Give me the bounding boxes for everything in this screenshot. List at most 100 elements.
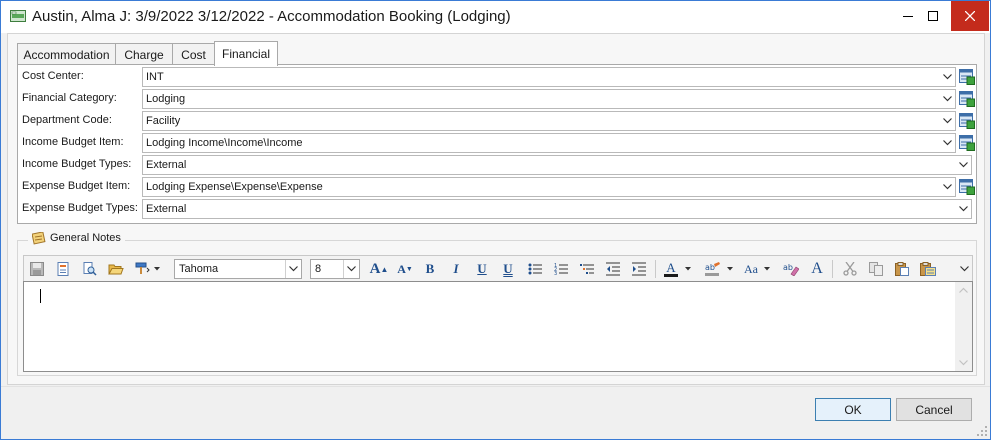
general-notes-label: General Notes [50, 232, 121, 244]
chevron-down-icon[interactable] [939, 134, 955, 152]
maximize-button[interactable] [919, 1, 947, 31]
copy-icon[interactable] [867, 260, 885, 278]
font-size-select[interactable]: 8 [310, 259, 360, 279]
cost-center-value: INT [146, 71, 164, 83]
toolbar-separator [655, 260, 656, 278]
toolbar-separator [832, 260, 833, 278]
minimize-button[interactable] [894, 1, 922, 31]
income-budget-item-row: Income Budget Item: Lodging Income\Incom… [18, 132, 976, 154]
paste-special-icon[interactable] [919, 260, 937, 278]
expense-budget-item-select[interactable]: Lodging Expense\Expense\Expense [142, 177, 956, 197]
bold-icon[interactable]: B [421, 260, 439, 278]
chevron-down-icon[interactable] [343, 260, 359, 278]
dialog-content: Accommodation Charge Cost Financial Cost… [7, 33, 985, 385]
open-folder-icon[interactable] [107, 260, 125, 278]
multilevel-list-icon[interactable] [578, 260, 596, 278]
financial-panel: Cost Center: INT Financial Category: Lod… [17, 64, 977, 224]
increase-indent-icon[interactable] [630, 260, 648, 278]
footer-divider [1, 386, 990, 387]
lookup-table-icon[interactable] [959, 135, 975, 151]
cost-center-row: Cost Center: INT [18, 66, 976, 88]
resize-grip-icon[interactable] [977, 426, 987, 436]
save-icon[interactable] [28, 260, 46, 278]
maximize-icon [928, 11, 938, 21]
chevron-down-icon[interactable] [939, 112, 955, 130]
lookup-table-icon[interactable] [959, 69, 975, 85]
department-code-select[interactable]: Facility [142, 111, 956, 131]
cost-center-select[interactable]: INT [142, 67, 956, 87]
close-button[interactable] [951, 1, 989, 31]
scroll-down-icon[interactable] [959, 360, 968, 366]
income-budget-item-select[interactable]: Lodging Income\Income\Income [142, 133, 956, 153]
numbered-list-icon[interactable]: 123 [552, 260, 570, 278]
general-notes-header: General Notes [28, 229, 125, 247]
find-icon[interactable] [81, 260, 99, 278]
income-budget-types-value: External [146, 159, 187, 171]
clear-formatting-icon[interactable]: ab [782, 260, 800, 278]
title-bar[interactable]: Austin, Alma J: 3/9/2022 3/12/2022 - Acc… [1, 1, 990, 33]
paste-icon[interactable] [893, 260, 911, 278]
ok-button[interactable]: OK [815, 398, 891, 421]
notes-editor[interactable] [23, 281, 973, 372]
toolbar-overflow-icon[interactable] [957, 260, 971, 278]
highlight-icon[interactable]: ab [704, 260, 722, 278]
italic-icon[interactable]: I [447, 260, 465, 278]
expense-budget-types-value: External [146, 203, 187, 215]
expense-budget-item-value: Lodging Expense\Expense\Expense [146, 181, 323, 193]
chevron-down-icon[interactable] [955, 156, 971, 174]
income-budget-types-select[interactable]: External [142, 155, 972, 175]
font-color-icon[interactable]: A [662, 260, 680, 278]
chevron-down-icon[interactable] [725, 260, 735, 278]
expense-budget-types-select[interactable]: External [142, 199, 972, 219]
new-document-icon[interactable] [54, 260, 72, 278]
tab-accommodation[interactable]: Accommodation [17, 43, 116, 65]
double-underline-icon[interactable]: U [499, 260, 517, 278]
font-name-select[interactable]: Tahoma [174, 259, 302, 279]
notes-scrollbar[interactable] [955, 282, 972, 371]
department-code-value: Facility [146, 115, 181, 127]
chevron-down-icon[interactable] [285, 260, 301, 278]
expense-budget-item-label: Expense Budget Item: [22, 180, 131, 192]
chevron-down-icon[interactable] [152, 260, 162, 278]
tab-charge[interactable]: Charge [115, 43, 173, 65]
dialog-window: Austin, Alma J: 3/9/2022 3/12/2022 - Acc… [0, 0, 991, 440]
expense-budget-types-label: Expense Budget Types: [22, 202, 138, 214]
shrink-font-icon[interactable]: A ▼ [395, 260, 415, 278]
cancel-button[interactable]: Cancel [896, 398, 972, 421]
income-budget-types-row: Income Budget Types: External [18, 154, 976, 176]
chevron-down-icon[interactable] [955, 200, 971, 218]
cut-icon[interactable] [841, 260, 859, 278]
tab-cost[interactable]: Cost [172, 43, 215, 65]
close-icon [965, 11, 975, 21]
font-size-value: 8 [315, 263, 322, 275]
chevron-down-icon[interactable] [939, 68, 955, 86]
lookup-table-icon[interactable] [959, 179, 975, 195]
underline-icon[interactable]: U [473, 260, 491, 278]
income-budget-item-label: Income Budget Item: [22, 136, 124, 148]
scroll-up-icon[interactable] [959, 287, 968, 293]
font-dialog-icon[interactable]: A [808, 260, 826, 278]
decrease-indent-icon[interactable] [604, 260, 622, 278]
income-budget-item-value: Lodging Income\Income\Income [146, 137, 303, 149]
grow-font-icon[interactable]: A ▲ [369, 260, 389, 278]
financial-category-row: Financial Category: Lodging [18, 88, 976, 110]
chevron-down-icon[interactable] [939, 178, 955, 196]
change-case-icon[interactable]: Aa [740, 260, 762, 278]
financial-category-select[interactable]: Lodging [142, 89, 956, 109]
bullet-list-icon[interactable] [526, 260, 544, 278]
expense-budget-item-row: Expense Budget Item: Lodging Expense\Exp… [18, 176, 976, 198]
bed-icon [10, 10, 26, 22]
format-painter-icon[interactable] [134, 260, 152, 278]
financial-category-label: Financial Category: [22, 92, 117, 104]
chevron-down-icon[interactable] [939, 90, 955, 108]
svg-text:ab: ab [705, 263, 715, 272]
tab-financial[interactable]: Financial [214, 41, 278, 66]
expense-budget-types-row: Expense Budget Types: External [18, 198, 976, 220]
window-title: Austin, Alma J: 3/9/2022 3/12/2022 - Acc… [32, 8, 511, 25]
lookup-table-icon[interactable] [959, 113, 975, 129]
lookup-table-icon[interactable] [959, 91, 975, 107]
chevron-down-icon[interactable] [683, 260, 693, 278]
chevron-down-icon[interactable] [762, 260, 772, 278]
cost-center-label: Cost Center: [22, 70, 84, 82]
svg-text:ab: ab [783, 263, 793, 272]
